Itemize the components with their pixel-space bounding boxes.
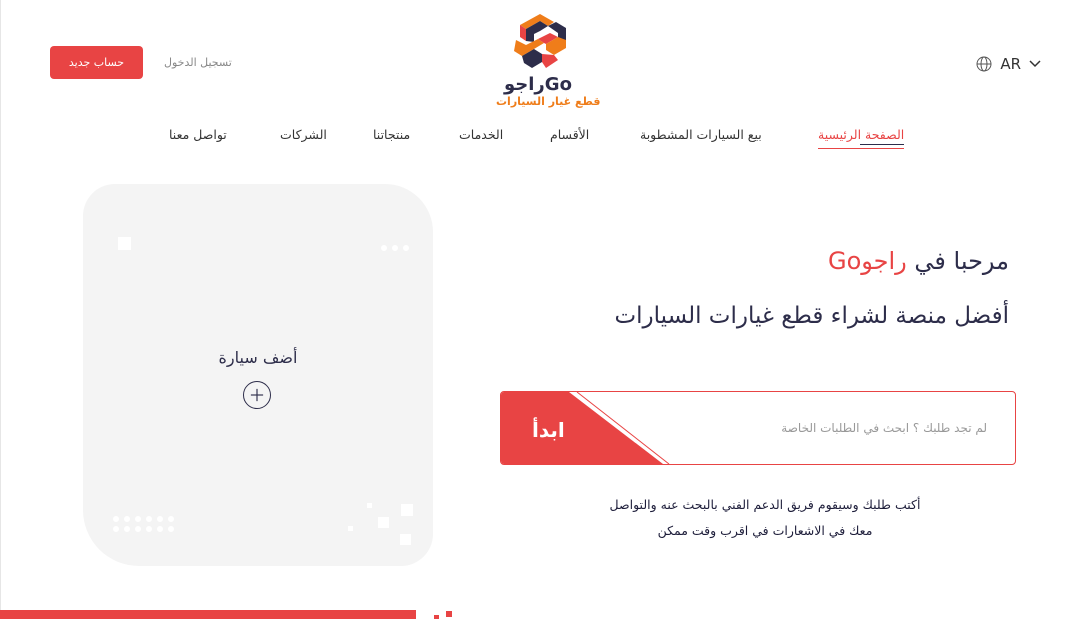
card-decor bbox=[113, 516, 119, 522]
plus-icon bbox=[250, 388, 264, 402]
card-decor bbox=[146, 516, 152, 522]
card-decor bbox=[168, 526, 174, 532]
welcome-brand: راجوGo bbox=[827, 247, 907, 275]
card-decor bbox=[135, 516, 141, 522]
nav-services[interactable]: الخدمات bbox=[459, 127, 503, 142]
add-car-button[interactable] bbox=[243, 381, 271, 409]
register-button[interactable]: حساب جديد bbox=[50, 46, 143, 79]
main-nav: الصفحة الرئيسية بيع السيارات المشطوبة ال… bbox=[0, 127, 1079, 151]
logo[interactable]: راجوGo قطع غيار السيارات bbox=[496, 12, 600, 112]
card-decor bbox=[403, 245, 409, 251]
nav-products[interactable]: منتجاتنا bbox=[373, 127, 410, 142]
card-decor bbox=[400, 534, 411, 545]
search-input[interactable] bbox=[657, 392, 987, 464]
language-label: AR bbox=[1000, 55, 1021, 73]
card-decor bbox=[124, 516, 130, 522]
nav-scrapped-cars[interactable]: بيع السيارات المشطوبة bbox=[640, 127, 762, 142]
help-text-line: معك في الاشعارات في اقرب وقت ممكن bbox=[657, 523, 873, 538]
card-decor bbox=[401, 504, 413, 516]
chevron-down-icon bbox=[1029, 60, 1041, 68]
card-decor bbox=[157, 526, 163, 532]
welcome-heading: مرحبا في راجوGo bbox=[828, 247, 1009, 275]
bottom-decor bbox=[446, 611, 452, 617]
nav-companies[interactable]: الشركات bbox=[280, 127, 327, 142]
card-decor bbox=[157, 516, 163, 522]
welcome-prefix: مرحبا في bbox=[914, 247, 1009, 275]
special-request-search: ابدأ bbox=[500, 391, 1016, 465]
globe-icon bbox=[976, 56, 992, 72]
card-decor bbox=[367, 503, 372, 508]
card-decor bbox=[124, 526, 130, 532]
card-decor bbox=[113, 526, 119, 532]
help-text: أكتب طلبك وسيقوم فريق الدعم الفني بالبحث… bbox=[560, 492, 970, 544]
card-decor bbox=[146, 526, 152, 532]
start-button-label: ابدأ bbox=[532, 418, 565, 442]
add-car-card[interactable]: أضف سيارة bbox=[83, 184, 433, 566]
language-selector[interactable]: AR bbox=[976, 55, 1041, 73]
nav-contact[interactable]: تواصل معنا bbox=[169, 127, 227, 142]
card-decor bbox=[135, 526, 141, 532]
hero-tagline: أفضل منصة لشراء قطع غيارات السيارات bbox=[614, 303, 1009, 329]
page-edge bbox=[0, 0, 1, 619]
card-decor bbox=[381, 245, 387, 251]
card-decor bbox=[168, 516, 174, 522]
start-button[interactable] bbox=[501, 392, 671, 464]
bottom-accent-bar bbox=[0, 610, 416, 619]
nav-home[interactable]: الصفحة الرئيسية bbox=[818, 127, 905, 149]
add-car-label: أضف سيارة bbox=[218, 348, 298, 367]
card-decor bbox=[348, 526, 353, 531]
logo-mark-icon bbox=[514, 14, 566, 68]
card-decor bbox=[378, 517, 389, 528]
card-decor bbox=[392, 245, 398, 251]
help-text-line: أكتب طلبك وسيقوم فريق الدعم الفني بالبحث… bbox=[609, 497, 921, 512]
nav-categories[interactable]: الأقسام bbox=[550, 127, 589, 142]
card-decor bbox=[118, 237, 131, 250]
brand-tagline: قطع غيار السيارات bbox=[496, 95, 601, 108]
login-link[interactable]: تسجيل الدخول bbox=[164, 56, 232, 69]
brand-name: راجوGo bbox=[504, 74, 572, 95]
bottom-decor bbox=[434, 615, 439, 619]
